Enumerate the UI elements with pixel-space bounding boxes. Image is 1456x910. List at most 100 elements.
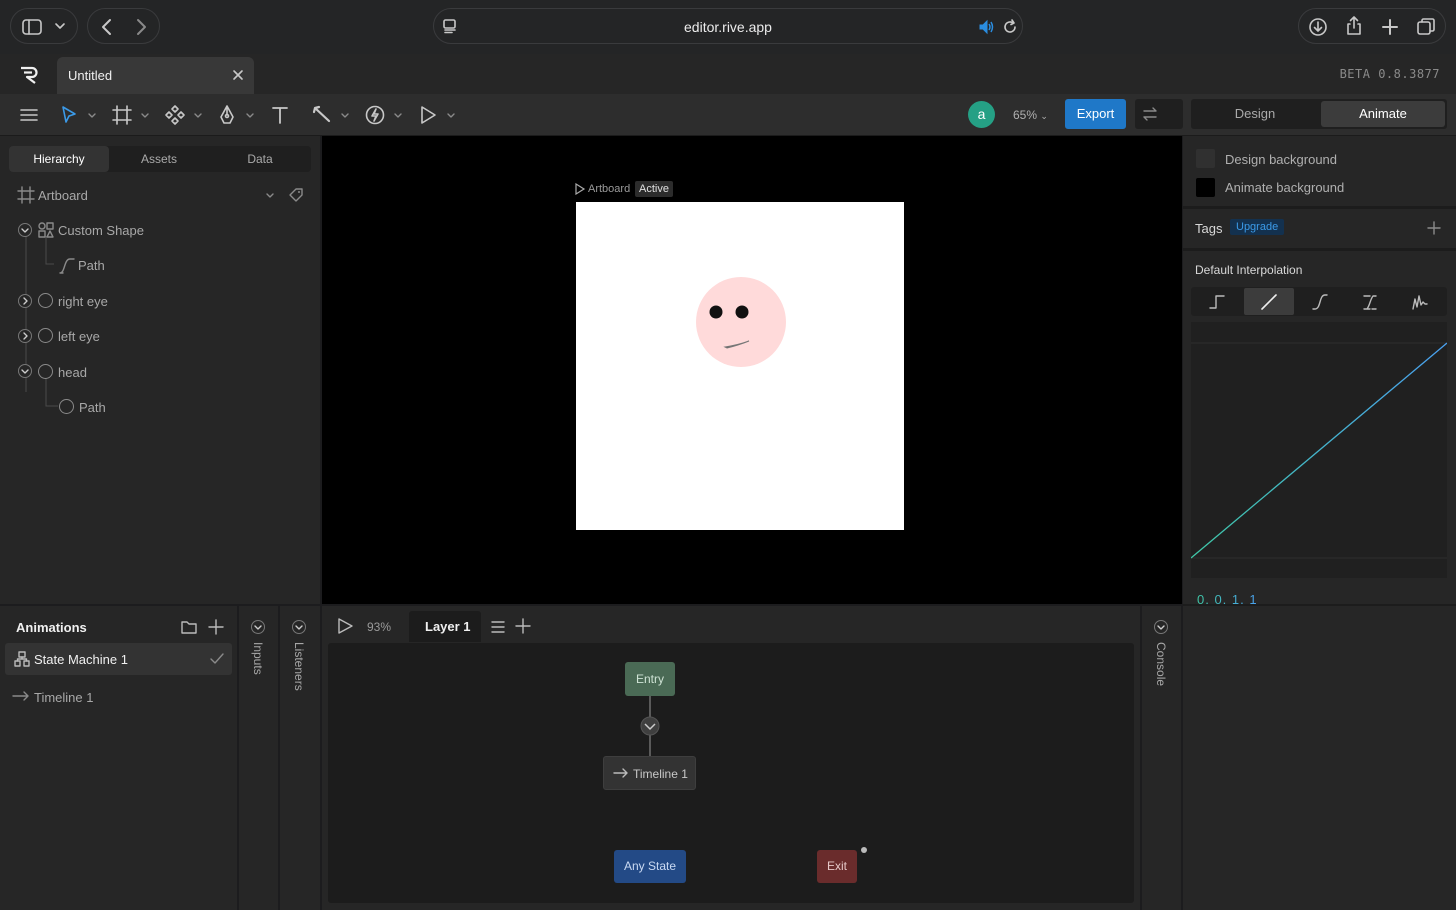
pen-tool-icon[interactable] — [216, 104, 238, 126]
play-icon[interactable] — [574, 183, 586, 195]
chevron-down-icon[interactable] — [86, 109, 98, 121]
chevron-down-icon — [295, 625, 303, 630]
console-tab[interactable]: Console — [1154, 642, 1168, 686]
linear-interpolation-icon — [1261, 294, 1277, 310]
url-text: editor.rive.app — [684, 19, 772, 35]
tab-assets[interactable]: Assets — [109, 146, 209, 172]
state-machine-icon — [14, 651, 30, 667]
interpolation-curve-editor[interactable] — [1191, 322, 1447, 578]
share-icon[interactable] — [1343, 15, 1365, 37]
face-drawing[interactable] — [576, 202, 904, 530]
timeline-node[interactable]: Timeline 1 — [603, 756, 696, 790]
divider — [1183, 206, 1456, 209]
upgrade-badge[interactable]: Upgrade — [1230, 219, 1285, 235]
rive-logo-icon[interactable] — [18, 64, 40, 86]
component-tool-icon[interactable] — [164, 104, 186, 126]
any-state-node[interactable]: Any State — [614, 850, 686, 883]
chevron-down-icon[interactable] — [244, 109, 256, 121]
tree-item-left-eye[interactable]: left eye — [58, 329, 100, 344]
history-nav — [87, 8, 160, 44]
sidebar-toggle-button[interactable] — [10, 8, 78, 44]
chevron-down-icon[interactable] — [192, 109, 204, 121]
artboard-tool-icon[interactable] — [111, 104, 133, 126]
tab-animate[interactable]: Animate — [1321, 101, 1445, 127]
design-background-swatch[interactable] — [1196, 149, 1215, 168]
tabs-overview-icon[interactable] — [1415, 16, 1437, 38]
inputs-tab[interactable]: Inputs — [251, 642, 265, 675]
chevron-right-icon — [23, 332, 28, 340]
linear-option[interactable] — [1244, 288, 1294, 315]
tab-hierarchy[interactable]: Hierarchy — [9, 146, 109, 172]
animate-background-swatch[interactable] — [1196, 178, 1215, 197]
address-bar[interactable]: editor.rive.app — [433, 8, 1023, 44]
interpolation-title: Default Interpolation — [1195, 263, 1303, 277]
exit-node[interactable]: Exit — [817, 850, 857, 883]
list-item-timeline[interactable]: Timeline 1 — [34, 690, 93, 705]
export-button[interactable]: Export — [1065, 99, 1126, 129]
left-panel-tabs: Hierarchy Assets Data — [9, 146, 311, 172]
tree-lines — [25, 236, 58, 407]
cubic-interpolation-icon[interactable] — [1311, 293, 1329, 311]
add-layer-icon[interactable] — [515, 618, 531, 634]
curve-line — [1191, 342, 1447, 559]
bone-tool-icon[interactable] — [311, 104, 333, 126]
artboard-name[interactable]: Artboard — [588, 183, 630, 195]
arrow-right-icon — [12, 691, 29, 701]
hold-interpolation-icon[interactable] — [1208, 293, 1226, 311]
user-avatar[interactable]: a — [968, 101, 995, 128]
forward-icon[interactable] — [131, 17, 151, 37]
chevron-down-icon[interactable] — [445, 109, 457, 121]
zoom-value: 65% — [1013, 108, 1038, 122]
list-icon[interactable] — [490, 619, 506, 635]
speaker-icon[interactable] — [978, 19, 996, 35]
status-dot — [861, 847, 867, 853]
graph-zoom[interactable]: 93% — [367, 620, 391, 634]
tree-item-path[interactable]: Path — [79, 400, 106, 415]
file-tab-title: Untitled — [68, 68, 113, 83]
artboard[interactable] — [576, 202, 904, 530]
tree-item-right-eye[interactable]: right eye — [58, 294, 108, 309]
event-tool-icon[interactable] — [364, 104, 386, 126]
file-tab[interactable]: Untitled — [57, 57, 254, 94]
swap-button[interactable] — [1135, 99, 1183, 129]
transitions — [640, 696, 660, 756]
path-icon — [59, 258, 75, 274]
tree-item-custom-shape[interactable]: Custom Shape — [58, 223, 144, 238]
chevron-down-icon[interactable] — [139, 109, 151, 121]
select-tool-icon[interactable] — [58, 104, 80, 126]
mode-switch: Design Animate — [1191, 99, 1447, 129]
zoom-level[interactable]: 65% ⌄ — [1013, 108, 1048, 122]
text-tool-icon[interactable] — [269, 104, 291, 126]
play-icon[interactable] — [417, 104, 439, 126]
artboard-label[interactable]: Artboard — [38, 188, 88, 203]
chevron-down-icon[interactable] — [264, 189, 276, 201]
state-graph[interactable]: Entry Timeline 1 Any State Exit — [328, 643, 1134, 903]
menu-icon[interactable] — [18, 104, 40, 126]
chevron-down-icon — [254, 625, 262, 630]
tree-item-path[interactable]: Path — [78, 258, 105, 273]
chevron-down-icon[interactable] — [392, 109, 404, 121]
swap-icon — [1143, 107, 1157, 121]
chevron-down-icon[interactable] — [339, 109, 351, 121]
cubic-value-interpolation-icon[interactable] — [1361, 293, 1379, 311]
add-animation-icon[interactable] — [208, 619, 224, 635]
new-tab-icon[interactable] — [1379, 16, 1401, 38]
list-item-state-machine[interactable]: State Machine 1 — [5, 643, 232, 675]
listeners-tab[interactable]: Listeners — [292, 642, 306, 691]
reload-icon[interactable] — [1002, 19, 1018, 35]
elastic-interpolation-icon[interactable] — [1411, 293, 1429, 311]
chevron-down-icon — [21, 369, 29, 374]
play-icon[interactable] — [336, 617, 354, 635]
tab-data[interactable]: Data — [209, 146, 311, 172]
artboard-icon — [17, 186, 35, 204]
tree-item-head[interactable]: head — [58, 365, 87, 380]
back-icon[interactable] — [97, 17, 117, 37]
layer-tab[interactable]: Layer 1 — [409, 611, 481, 642]
entry-node[interactable]: Entry — [625, 662, 675, 696]
folder-icon[interactable] — [180, 619, 198, 635]
tab-design[interactable]: Design — [1191, 99, 1319, 129]
tag-icon[interactable] — [288, 187, 304, 203]
close-icon[interactable] — [231, 68, 245, 82]
add-tag-icon[interactable] — [1427, 221, 1441, 235]
download-icon[interactable] — [1307, 16, 1329, 38]
